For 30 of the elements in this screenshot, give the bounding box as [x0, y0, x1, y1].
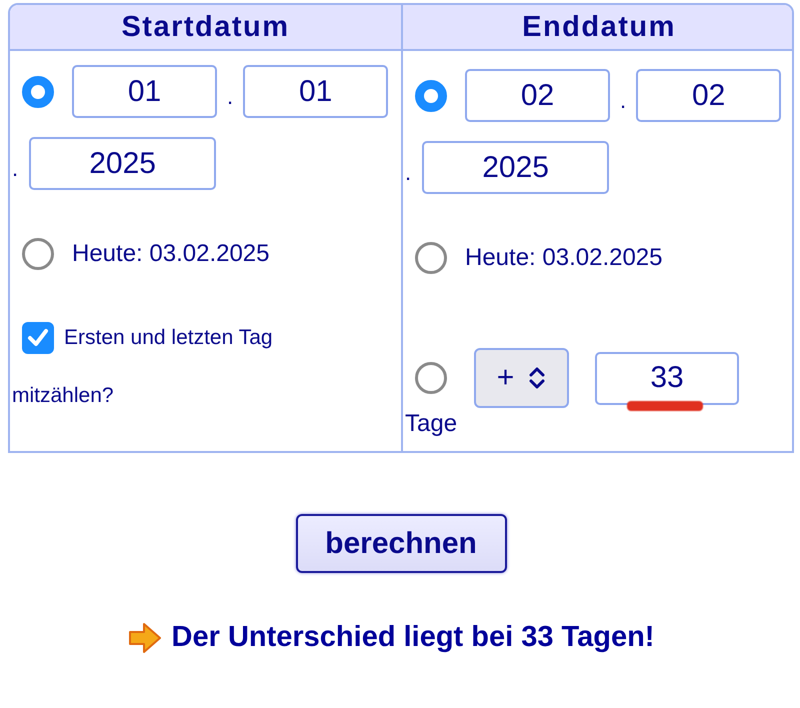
radio-button[interactable]: [22, 76, 54, 108]
sign-select[interactable]: +: [474, 348, 569, 408]
date-separator: .: [405, 160, 412, 186]
count-days-label: mitzählen?: [12, 384, 115, 408]
date-separator: .: [12, 156, 18, 182]
count-days-label: Ersten und letzten Tag: [64, 326, 273, 349]
checkbox[interactable]: [22, 322, 54, 354]
radio-button[interactable]: [415, 362, 447, 394]
calculate-button[interactable]: berechnen: [296, 514, 506, 573]
month-field[interactable]: 01: [243, 65, 388, 118]
result-text: Der Unterschied liegt bei 33 Tagen!: [172, 621, 654, 654]
day-field[interactable]: 02: [465, 69, 610, 122]
year-field[interactable]: 2025: [29, 137, 216, 190]
year-field[interactable]: 2025: [422, 141, 610, 194]
days-unit-label: Tage: [405, 410, 458, 438]
arrow-icon: [128, 622, 162, 654]
radio-button[interactable]: [415, 80, 447, 112]
month-field[interactable]: 02: [636, 69, 782, 122]
radio-button[interactable]: [415, 242, 447, 274]
radio-button[interactable]: [22, 238, 54, 270]
date-separator: .: [620, 88, 626, 114]
today-label: Heute: 03.02.2025: [72, 240, 270, 268]
column-title: Enddatum: [522, 10, 676, 44]
day-field[interactable]: 01: [72, 65, 217, 118]
days-field[interactable]: 33: [595, 352, 739, 404]
today-label: Heute: 03.02.2025: [465, 244, 662, 272]
column-title: Startdatum: [121, 10, 290, 44]
chevron-icon: [528, 365, 546, 391]
check-icon: [27, 328, 49, 348]
date-separator: .: [227, 84, 234, 110]
